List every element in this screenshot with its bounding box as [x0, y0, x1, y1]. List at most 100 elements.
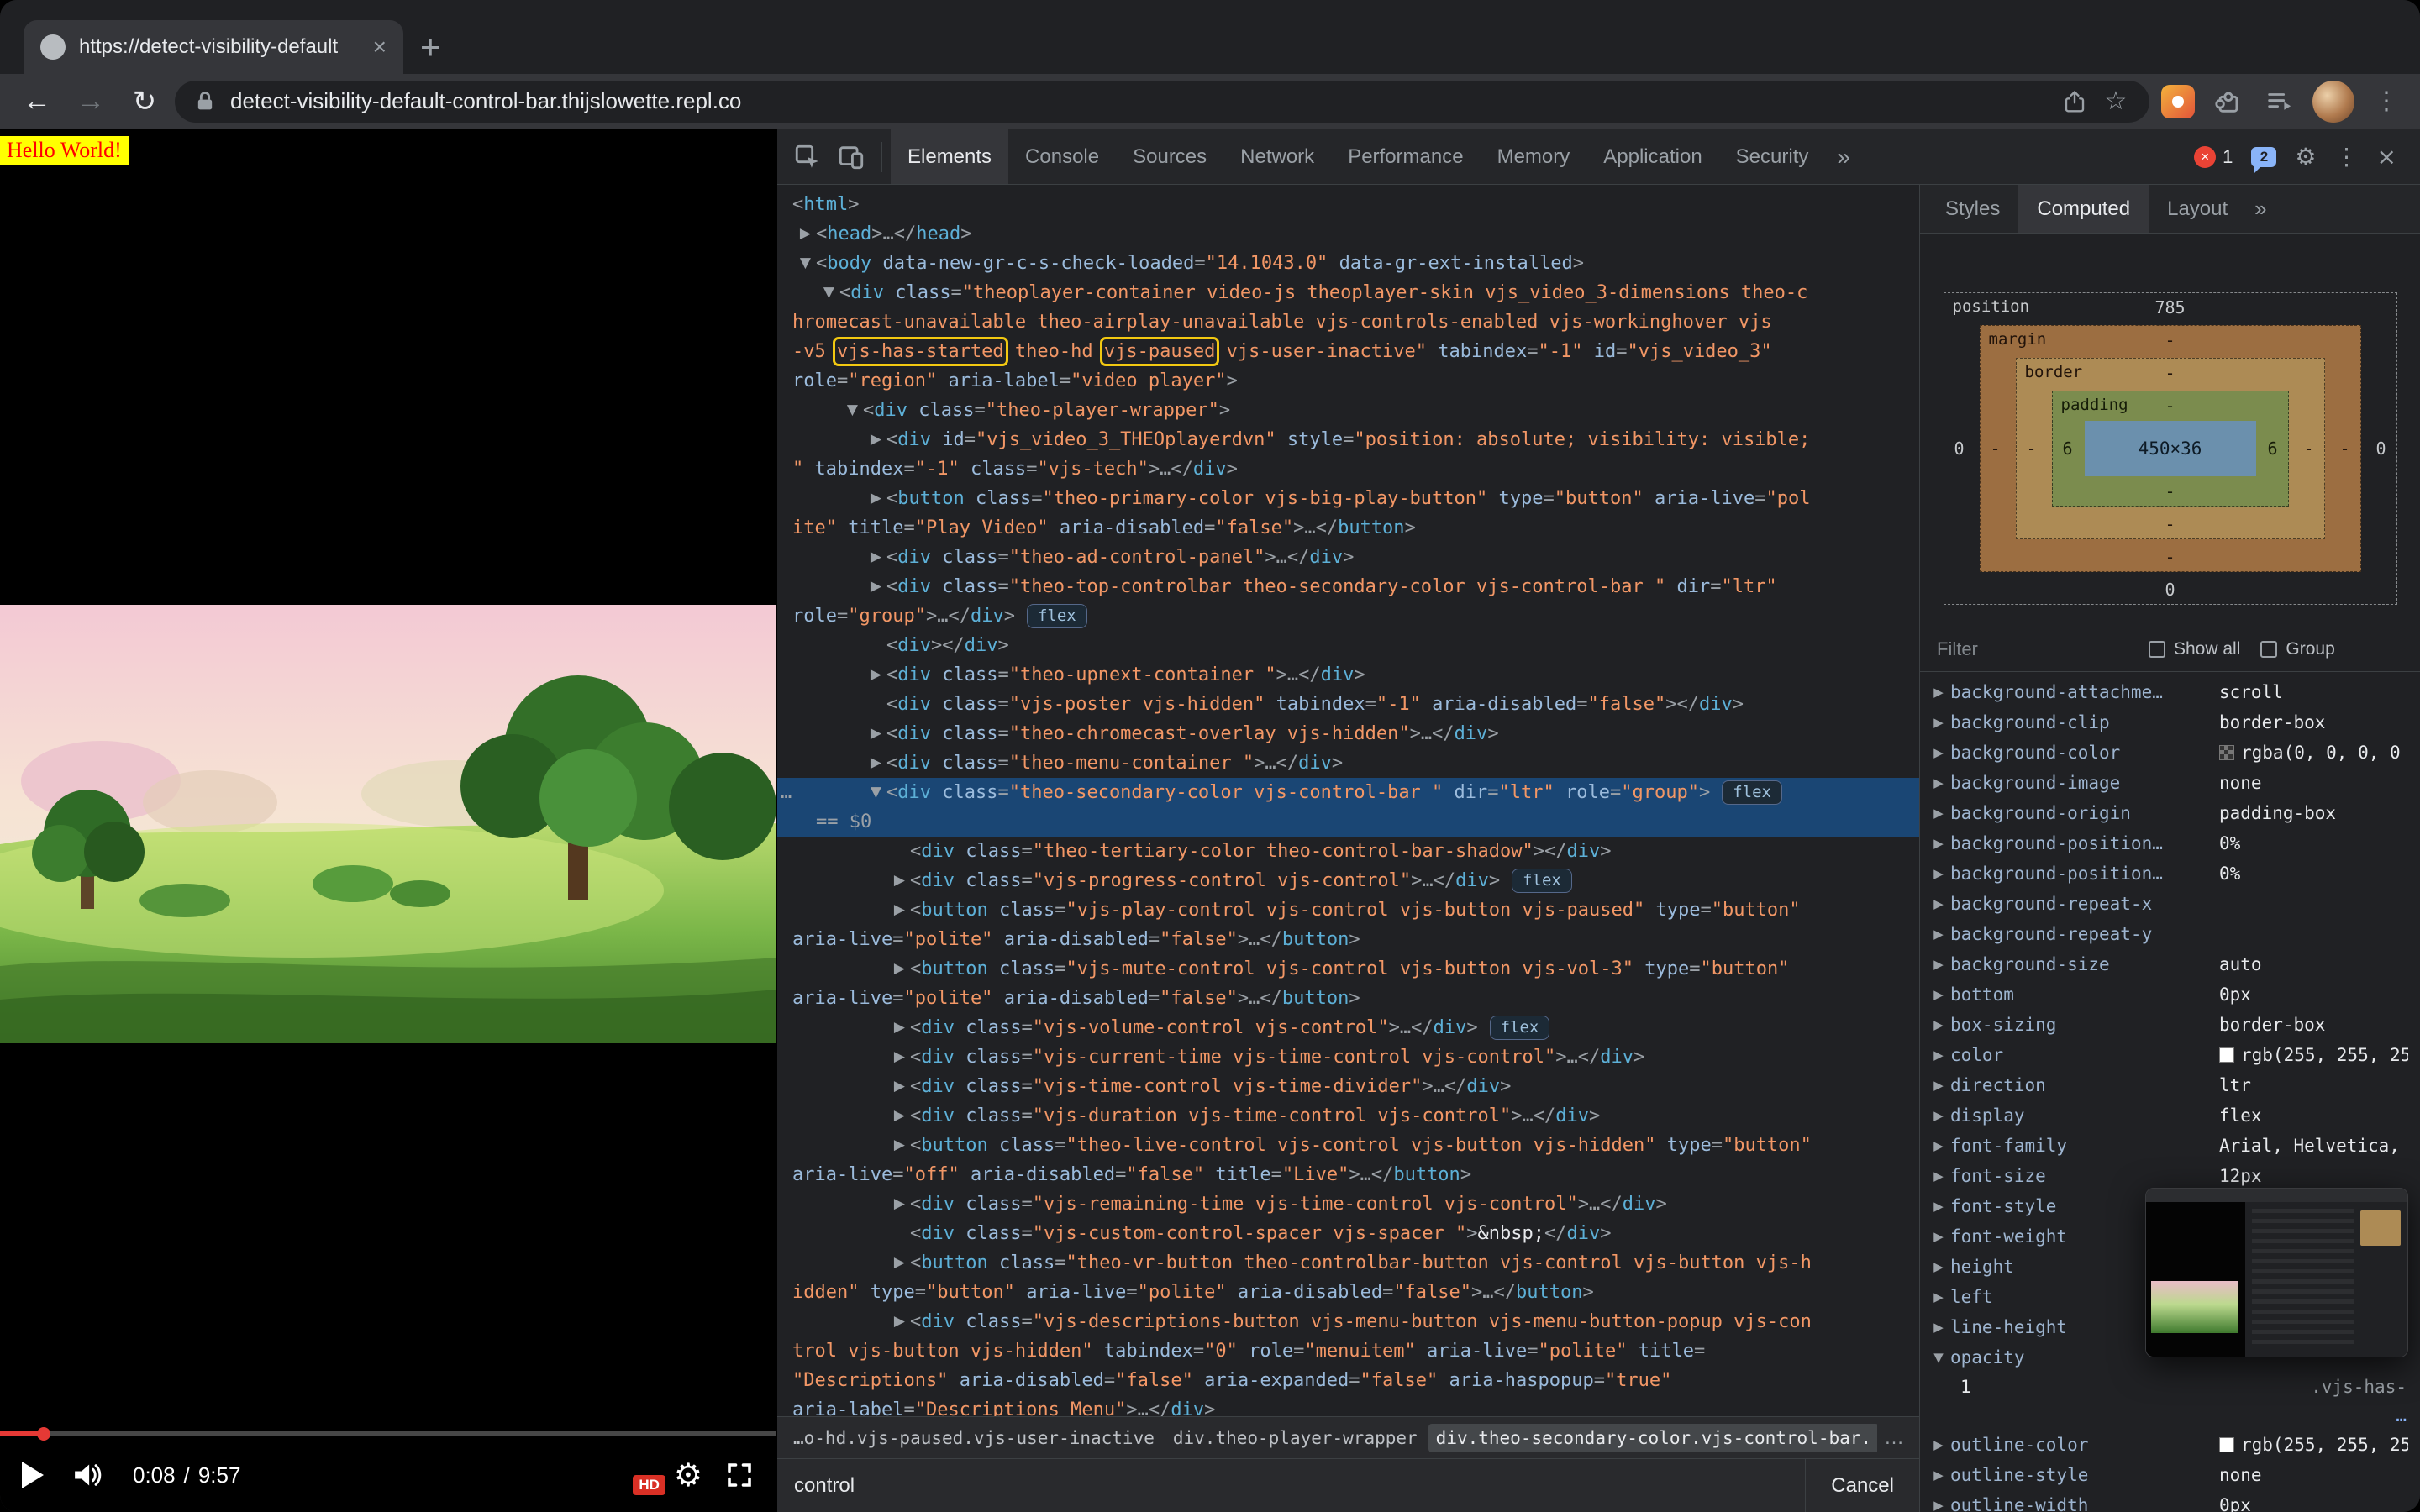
dom-tree-line[interactable]: aria-live="polite" aria-disabled="false"…: [777, 984, 1919, 1013]
dom-tree-line[interactable]: ▶<div class="theo-menu-container ">…</di…: [777, 748, 1919, 778]
dom-tree-line[interactable]: <div class="theo-tertiary-color theo-con…: [777, 837, 1919, 866]
flex-badge[interactable]: flex: [1722, 780, 1782, 805]
dom-tree-line[interactable]: ▶<div class="vjs-time-control vjs-time-d…: [777, 1072, 1919, 1101]
extensions-puzzle-icon[interactable]: [2207, 80, 2250, 123]
console-errors-badge[interactable]: ×1: [2194, 146, 2233, 168]
dom-tree-line[interactable]: ▶<button class="theo-primary-color vjs-b…: [777, 484, 1919, 513]
expand-icon[interactable]: ▶: [1927, 1138, 1950, 1153]
dom-tree-line[interactable]: <div class="vjs-poster vjs-hidden" tabin…: [777, 690, 1919, 719]
dom-tree-line[interactable]: aria-live="off" aria-disabled="false" ti…: [777, 1160, 1919, 1189]
volume-icon[interactable]: [71, 1461, 106, 1489]
dom-tree-line[interactable]: ▶<div class="theo-top-controlbar theo-se…: [777, 572, 1919, 601]
hd-quality-badge[interactable]: HD: [633, 1475, 666, 1495]
dom-tree-line[interactable]: ▶<button class="theo-vr-button theo-cont…: [777, 1248, 1919, 1278]
breadcrumb-item[interactable]: …o-hd.vjs-paused.vjs-user-inactive: [786, 1424, 1162, 1452]
devtools-tab-sources[interactable]: Sources: [1116, 129, 1223, 184]
expand-icon[interactable]: ▶: [1927, 1017, 1950, 1032]
computed-property-row[interactable]: ▶background-colorrgba(0, 0, 0, 0: [1920, 738, 2420, 768]
expand-icon[interactable]: ▶: [1927, 896, 1950, 911]
dom-tree-line[interactable]: " tabindex="-1" class="vjs-tech">…</div>: [777, 454, 1919, 484]
forward-button[interactable]: →: [67, 78, 114, 125]
filter-input[interactable]: [1935, 638, 2128, 661]
expand-icon[interactable]: ▶: [1927, 1320, 1950, 1335]
dom-tree-line[interactable]: ▼<div class="theoplayer-container video-…: [777, 278, 1919, 307]
box-model-content[interactable]: 450×36: [2085, 421, 2256, 476]
expand-icon[interactable]: ▶: [1927, 745, 1950, 760]
devtools-tab-performance[interactable]: Performance: [1331, 129, 1480, 184]
expand-icon[interactable]: ▶: [1927, 866, 1950, 881]
dom-tree-line[interactable]: ▶<div class="vjs-volume-control vjs-cont…: [777, 1013, 1919, 1042]
box-model-border[interactable]: border - - - - padding - 6: [2016, 358, 2325, 539]
expand-icon[interactable]: ▶: [1927, 836, 1950, 851]
computed-property-row[interactable]: ▶bottom0px: [1920, 979, 2420, 1010]
twisty-icon[interactable]: ▶: [777, 484, 886, 513]
twisty-icon[interactable]: ▶: [777, 572, 886, 601]
twisty-icon[interactable]: ▶: [777, 1307, 910, 1336]
computed-property-row[interactable]: ▶background-position…0%: [1920, 858, 2420, 889]
sidebar-tab-styles[interactable]: Styles: [1927, 185, 2018, 233]
computed-property-row[interactable]: ▶box-sizingborder-box: [1920, 1010, 2420, 1040]
dom-tree-line[interactable]: <html>: [777, 190, 1919, 219]
devtools-close-icon[interactable]: ×: [2377, 145, 2396, 169]
expand-icon[interactable]: ▶: [1927, 1078, 1950, 1093]
stylesheet-link[interactable]: …: [2396, 1405, 2407, 1425]
dom-tree-line[interactable]: <div class="vjs-custom-control-spacer vj…: [777, 1219, 1919, 1248]
dom-tree-line[interactable]: == $0: [777, 807, 1919, 837]
device-toolbar-icon[interactable]: [829, 135, 873, 179]
expand-icon[interactable]: ▶: [1927, 1467, 1950, 1483]
show-all-checkbox[interactable]: Show all: [2149, 639, 2240, 659]
devtools-tab-memory[interactable]: Memory: [1481, 129, 1587, 184]
more-panels-icon[interactable]: »: [1825, 144, 1862, 171]
tab-close-icon[interactable]: ×: [373, 35, 387, 59]
twisty-icon[interactable]: ▶: [777, 219, 816, 249]
twisty-icon[interactable]: ▼: [777, 778, 886, 807]
computed-property-row[interactable]: ▶background-repeat-x: [1920, 889, 2420, 919]
computed-property-row[interactable]: ▶background-repeat-y: [1920, 919, 2420, 949]
video-progress-bar[interactable]: [0, 1431, 776, 1436]
expand-icon[interactable]: ▶: [1927, 927, 1950, 942]
twisty-icon[interactable]: ▶: [777, 1072, 910, 1101]
dom-tree-line[interactable]: ▶<div class="theo-upnext-container ">…</…: [777, 660, 1919, 690]
expand-icon[interactable]: ▶: [1927, 1047, 1950, 1063]
dom-tree-line[interactable]: aria-label="Descriptions Menu">…</div>: [777, 1395, 1919, 1416]
computed-property-row[interactable]: ▶directionltr: [1920, 1070, 2420, 1100]
expand-icon[interactable]: ▼: [1927, 1350, 1950, 1365]
dom-tree-line[interactable]: aria-live="polite" aria-disabled="false"…: [777, 925, 1919, 954]
twisty-icon[interactable]: ▶: [777, 1013, 910, 1042]
dom-tree-line[interactable]: -v5 vjs-has-started theo-hd vjs-paused v…: [777, 337, 1919, 366]
twisty-icon[interactable]: ▶: [777, 895, 910, 925]
devtools-settings-icon[interactable]: ⚙: [2295, 145, 2316, 169]
screen-preview-overlay[interactable]: [2145, 1188, 2408, 1357]
expand-icon[interactable]: ▶: [1927, 1259, 1950, 1274]
flex-badge[interactable]: flex: [1027, 604, 1087, 628]
twisty-icon[interactable]: ▶: [777, 719, 886, 748]
sidebar-more-tabs-icon[interactable]: »: [2254, 196, 2266, 222]
dom-tree-line[interactable]: ▼<body data-new-gr-c-s-check-loaded="14.…: [777, 249, 1919, 278]
breadcrumb-item[interactable]: div.theo-secondary-color.vjs-control-bar…: [1428, 1424, 1877, 1452]
devtools-tab-elements[interactable]: Elements: [891, 129, 1008, 184]
computed-property-row[interactable]: ▶background-attachme…scroll: [1920, 677, 2420, 707]
search-input[interactable]: [777, 1474, 1805, 1498]
twisty-icon[interactable]: ▶: [777, 866, 910, 895]
expand-icon[interactable]: ▶: [1927, 1289, 1950, 1305]
box-model-padding[interactable]: padding - 6 6 - 450×36: [2052, 391, 2289, 507]
inspect-element-icon[interactable]: [786, 135, 829, 179]
expand-icon[interactable]: ▶: [1927, 1229, 1950, 1244]
twisty-icon[interactable]: ▼: [777, 249, 816, 278]
computed-property-row[interactable]: ▶outline-stylenone: [1920, 1460, 2420, 1490]
computed-property-row[interactable]: ▶font-familyArial, Helvetica,: [1920, 1131, 2420, 1161]
devtools-tab-network[interactable]: Network: [1223, 129, 1331, 184]
sidebar-tab-computed[interactable]: Computed: [2018, 185, 2149, 233]
dom-tree-line[interactable]: ▶<head>…</head>: [777, 219, 1919, 249]
expand-icon[interactable]: ▶: [1927, 1498, 1950, 1512]
expand-icon[interactable]: ▶: [1927, 1108, 1950, 1123]
share-icon[interactable]: [2062, 89, 2087, 114]
expand-icon[interactable]: ▶: [1927, 1199, 1950, 1214]
profile-avatar[interactable]: [2312, 81, 2354, 123]
expand-icon[interactable]: ▶: [1927, 685, 1950, 700]
dom-tree-line[interactable]: ▶<div class="vjs-remaining-time vjs-time…: [777, 1189, 1919, 1219]
node-options-icon[interactable]: …: [781, 778, 792, 807]
play-button[interactable]: [22, 1462, 44, 1488]
computed-property-row[interactable]: ▶font-size12px: [1920, 1161, 2420, 1191]
expand-icon[interactable]: ▶: [1927, 987, 1950, 1002]
